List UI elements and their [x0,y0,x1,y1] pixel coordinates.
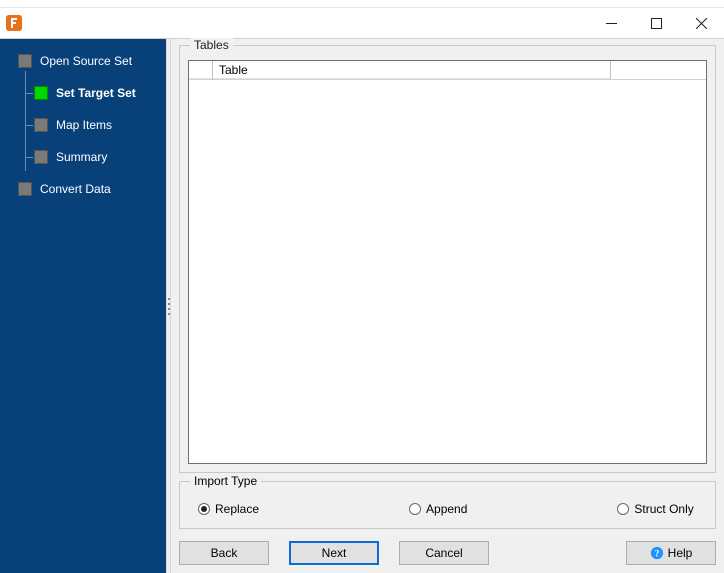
svg-text:?: ? [654,549,659,560]
titlebar-faded-text [0,0,724,8]
sidebar-item-label: Summary [56,150,107,164]
radio-icon [617,503,629,515]
help-icon: ? [650,546,664,560]
button-label: Cancel [425,546,462,560]
button-label: Back [211,546,238,560]
splitter-handle[interactable] [166,39,171,573]
titlebar [0,8,724,38]
back-button[interactable]: Back [179,541,269,565]
next-button[interactable]: Next [289,541,379,565]
radio-struct-only[interactable]: Struct Only [617,502,693,516]
button-label: Help [668,546,693,560]
splitter-grip-icon [167,296,170,316]
step-marker-icon [34,150,48,164]
wizard-steps-sidebar: Open Source Set Set Target Set Map Items… [0,39,166,573]
tables-list[interactable]: Table [188,60,707,464]
maximize-button[interactable] [634,8,679,38]
main-panel: Tables Table Import Type Replace Append [171,39,724,573]
step-marker-icon [18,54,32,68]
sidebar-item-convert-data[interactable]: Convert Data [0,173,166,205]
radio-append[interactable]: Append [409,502,467,516]
help-button[interactable]: ? Help [626,541,716,565]
tables-group: Tables Table [179,45,716,473]
app-icon [6,15,22,31]
table-header-row: Table [189,61,706,80]
radio-replace[interactable]: Replace [198,502,259,516]
radio-label: Append [426,502,467,516]
sidebar-item-label: Convert Data [40,182,111,196]
radio-icon [198,503,210,515]
sidebar-item-open-source-set[interactable]: Open Source Set [0,45,166,77]
step-marker-icon [18,182,32,196]
sidebar-item-summary[interactable]: Summary [0,141,166,173]
window-controls [589,8,724,38]
import-type-legend: Import Type [190,474,261,488]
close-button[interactable] [679,8,724,38]
step-marker-active-icon [34,86,48,100]
minimize-button[interactable] [589,8,634,38]
button-row: Back Next Cancel ? Help [179,541,716,565]
radio-icon [409,503,421,515]
button-label: Next [322,546,347,560]
cancel-button[interactable]: Cancel [399,541,489,565]
sidebar-item-label: Set Target Set [56,86,136,100]
import-type-group: Import Type Replace Append Struct Only [179,481,716,529]
radio-label: Struct Only [634,502,693,516]
step-marker-icon [34,118,48,132]
column-header-table[interactable]: Table [213,61,611,79]
sidebar-item-set-target-set[interactable]: Set Target Set [0,77,166,109]
sidebar-item-label: Open Source Set [40,54,132,68]
radio-label: Replace [215,502,259,516]
column-header-check[interactable] [189,61,213,79]
sidebar-item-map-items[interactable]: Map Items [0,109,166,141]
tables-legend: Tables [190,38,233,52]
sidebar-item-label: Map Items [56,118,112,132]
